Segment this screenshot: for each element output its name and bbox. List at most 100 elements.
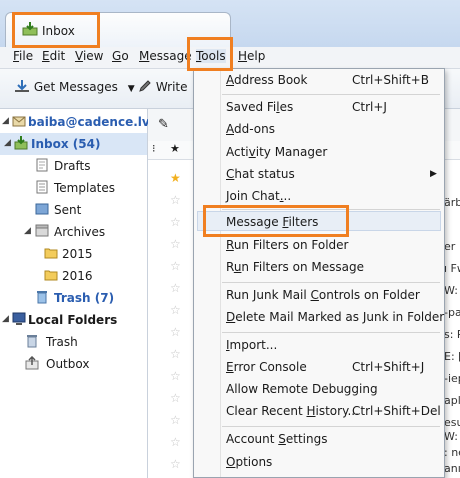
- menu-tools[interactable]: Tools: [196, 49, 226, 63]
- archives-label: Archives: [54, 225, 106, 239]
- tab-inbox[interactable]: Inbox: [5, 12, 231, 47]
- message-fragment: esu: [444, 416, 460, 429]
- sidebar-item-2015[interactable]: 2015: [0, 243, 147, 265]
- menu-item-clear-history[interactable]: Clear Recent History...: [226, 404, 359, 418]
- star-icon[interactable]: ☆: [170, 347, 181, 361]
- star-icon[interactable]: ★: [170, 171, 181, 185]
- message-fragment: ärb: [444, 196, 460, 209]
- message-fragment: W:: [444, 430, 458, 443]
- sidebar-item-archives[interactable]: ◢ Archives: [0, 221, 147, 243]
- outbox-label: Outbox: [46, 357, 90, 371]
- star-icon[interactable]: ☆: [170, 325, 181, 339]
- collapse-icon[interactable]: ◢: [2, 314, 9, 324]
- sidebar-item-outbox[interactable]: Outbox: [0, 353, 147, 375]
- menu-message[interactable]: Message: [139, 49, 192, 63]
- drafts-label: Drafts: [54, 159, 91, 173]
- computer-icon: [12, 312, 26, 325]
- menu-item-saved-files[interactable]: Saved Files: [226, 100, 293, 114]
- sent-label: Sent: [54, 203, 82, 217]
- menu-item-join-chat[interactable]: Join Chat...: [226, 189, 291, 203]
- thread-icon[interactable]: ⁝: [152, 142, 156, 155]
- collapse-icon[interactable]: ◢: [4, 138, 11, 148]
- submenu-arrow-icon: ▶: [430, 169, 437, 179]
- templates-icon: [36, 180, 48, 194]
- get-messages-label: Get Messages: [33, 80, 118, 94]
- collapse-icon[interactable]: ◢: [24, 226, 31, 236]
- menu-item-run-junk-controls[interactable]: Run Junk Mail Controls on Folder: [226, 288, 420, 302]
- shortcut-error-console: Ctrl+Shift+J: [352, 360, 425, 374]
- menu-go[interactable]: Go: [112, 49, 129, 63]
- message-fragment: anı: [444, 462, 460, 475]
- folder-icon: [44, 270, 58, 281]
- templates-label: Templates: [54, 181, 116, 195]
- get-messages-button[interactable]: Get Messages ▼: [14, 79, 135, 94]
- menu-view[interactable]: View: [75, 49, 103, 63]
- sidebar-item-inbox[interactable]: ◢ Inbox (54): [0, 133, 147, 155]
- star-icon[interactable]: ☆: [170, 193, 181, 207]
- pin-icon[interactable]: ✎: [158, 117, 169, 132]
- menu-item-delete-junk[interactable]: Delete Mail Marked as Junk in Folder: [226, 310, 444, 324]
- message-fragment: : ne: [444, 446, 460, 459]
- menu-bar: File Edit View Go Message Tools Help: [0, 47, 460, 69]
- message-fragment: -pa: [444, 306, 460, 319]
- message-fragment: W:: [444, 284, 458, 297]
- menu-item-options[interactable]: Options: [226, 455, 272, 469]
- menu-separator: [222, 282, 440, 283]
- sent-icon: [35, 203, 49, 215]
- star-icon[interactable]: ☆: [170, 457, 181, 471]
- menu-item-run-filters-folder[interactable]: Run Filters on Folder: [226, 238, 348, 252]
- star-icon[interactable]: ☆: [170, 303, 181, 317]
- menu-edit[interactable]: Edit: [42, 49, 65, 63]
- star-icon[interactable]: ☆: [170, 435, 181, 449]
- shortcut-saved-files: Ctrl+J: [352, 100, 387, 114]
- star-icon[interactable]: ☆: [170, 413, 181, 427]
- menu-help[interactable]: Help: [238, 49, 265, 63]
- write-button[interactable]: Write: [138, 79, 188, 94]
- sidebar-item-trash[interactable]: Trash (7): [0, 287, 147, 309]
- message-fragment: apl: [444, 394, 460, 407]
- menu-item-chat-status[interactable]: Chat status: [226, 167, 295, 181]
- chevron-down-icon[interactable]: ▼: [128, 84, 135, 94]
- tab-label: Inbox: [42, 24, 75, 38]
- menu-file[interactable]: File: [13, 49, 33, 63]
- message-fragment: E: [: [444, 350, 460, 363]
- account-item[interactable]: ◢ baiba@cadence.lv: [0, 111, 150, 133]
- sidebar-item-sent[interactable]: Sent: [0, 199, 147, 221]
- star-icon[interactable]: ☆: [170, 259, 181, 273]
- menu-item-run-filters-message[interactable]: Run Filters on Message: [226, 260, 364, 274]
- star-icon[interactable]: ☆: [170, 391, 181, 405]
- star-icon[interactable]: ☆: [170, 215, 181, 229]
- star-icon[interactable]: ☆: [170, 369, 181, 383]
- menu-item-error-console[interactable]: Error Console: [226, 360, 307, 374]
- sidebar-item-templates[interactable]: Templates: [0, 177, 147, 199]
- download-icon: [15, 80, 29, 92]
- sidebar-item-2016[interactable]: 2016: [0, 265, 147, 287]
- archive-icon: [35, 224, 49, 237]
- local-folders-item[interactable]: ◢ Local Folders: [0, 309, 147, 331]
- menu-item-address-book[interactable]: Address Book: [226, 73, 307, 87]
- inbox-label: Inbox (54): [31, 137, 101, 151]
- menu-item-add-ons[interactable]: Add-ons: [226, 122, 275, 136]
- menu-separator: [222, 426, 440, 427]
- star-icon[interactable]: ☆: [170, 237, 181, 251]
- shortcut-clear-history: Ctrl+Shift+Del: [352, 404, 441, 418]
- trash-icon: [37, 291, 47, 304]
- sidebar-item-drafts[interactable]: Drafts: [0, 155, 147, 177]
- tools-menu: Address Book Ctrl+Shift+B Saved Files Ct…: [193, 68, 445, 478]
- drafts-icon: [36, 158, 48, 172]
- outbox-icon: [25, 356, 39, 370]
- collapse-icon[interactable]: ◢: [2, 116, 9, 126]
- menu-item-activity-manager[interactable]: Activity Manager: [226, 145, 327, 159]
- menu-item-import[interactable]: Import...: [226, 338, 277, 352]
- menu-item-account-settings[interactable]: Account Settings: [226, 432, 328, 446]
- sidebar-item-local-trash[interactable]: Trash: [0, 331, 147, 353]
- message-fragment: ı Fw: [444, 262, 460, 275]
- menu-item-message-filters[interactable]: Message Filters: [226, 215, 318, 229]
- star-icon[interactable]: ☆: [170, 281, 181, 295]
- trash-icon: [27, 335, 37, 348]
- menu-separator: [222, 94, 440, 95]
- menu-item-remote-debugging[interactable]: Allow Remote Debugging: [226, 382, 378, 396]
- menu-separator: [222, 209, 440, 210]
- menu-gutter: [194, 69, 221, 477]
- star-column-icon[interactable]: ★: [170, 142, 180, 155]
